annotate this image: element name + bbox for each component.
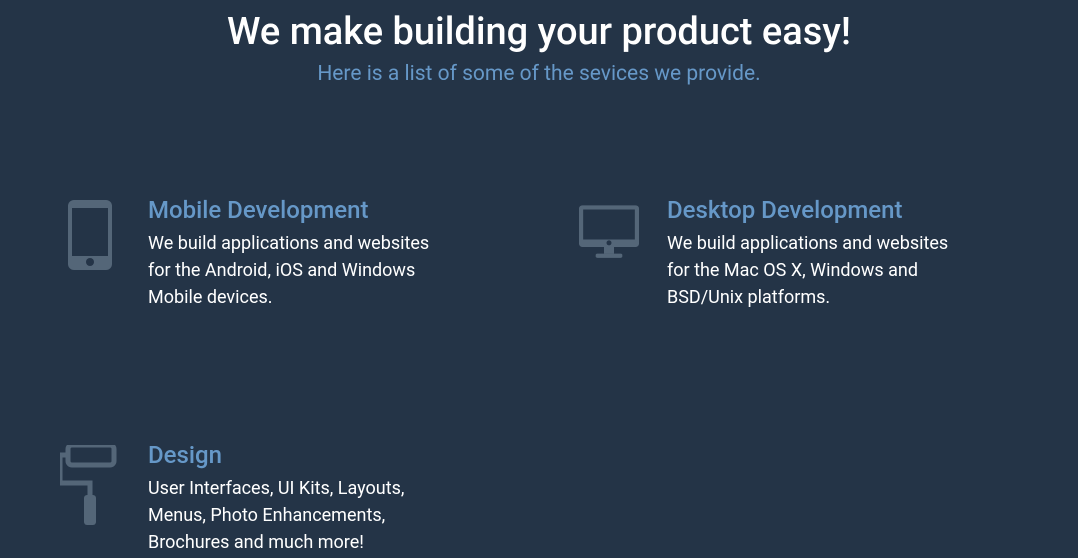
service-content: Design User Interfaces, UI Kits, Layouts… <box>148 441 499 556</box>
services-section: We make building your product easy! Here… <box>0 0 1078 556</box>
service-design: Design User Interfaces, UI Kits, Layouts… <box>60 441 499 556</box>
section-title: We make building your product easy! <box>50 10 1028 54</box>
service-title: Mobile Development <box>148 196 499 224</box>
desktop-icon <box>579 196 639 264</box>
service-description: We build applications and websites for t… <box>667 230 967 311</box>
service-description: User Interfaces, UI Kits, Layouts, Menus… <box>148 475 448 556</box>
service-desktop: Desktop Development We build application… <box>579 196 1018 311</box>
service-title: Desktop Development <box>667 196 1018 224</box>
service-mobile: Mobile Development We build applications… <box>60 196 499 311</box>
section-header: We make building your product easy! Here… <box>50 10 1028 86</box>
mobile-icon <box>60 196 120 270</box>
paint-roller-icon <box>60 441 120 525</box>
service-content: Desktop Development We build application… <box>667 196 1018 311</box>
service-description: We build applications and websites for t… <box>148 230 448 311</box>
section-subtitle: Here is a list of some of the sevices we… <box>50 62 1028 86</box>
service-content: Mobile Development We build applications… <box>148 196 499 311</box>
service-title: Design <box>148 441 499 469</box>
services-grid: Mobile Development We build applications… <box>50 196 1028 556</box>
